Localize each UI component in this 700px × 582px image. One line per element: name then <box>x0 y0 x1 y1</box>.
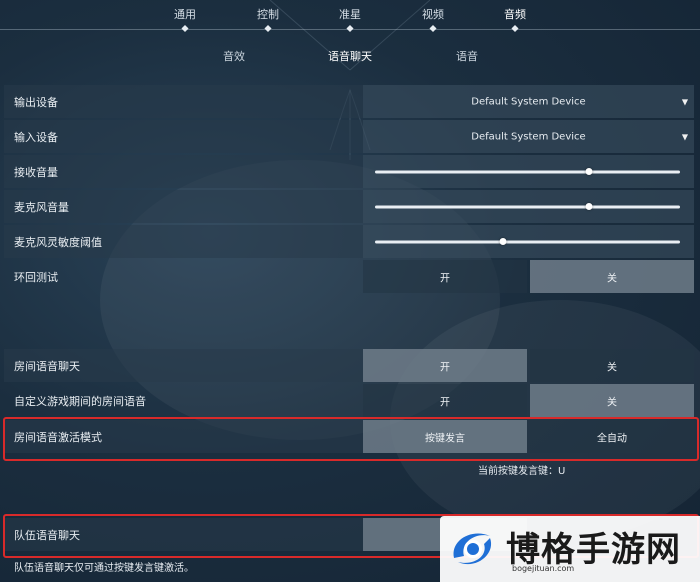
mic-volume-slider[interactable] <box>375 203 680 210</box>
subtab-sound-effects-label: 音效 <box>223 50 245 63</box>
input-device-row: 输入设备 Default System Device ▼ <box>4 120 694 153</box>
receive-volume-slider[interactable] <box>375 168 680 175</box>
mic-sensitivity-label: 麦克风灵敏度阈值 <box>14 235 102 249</box>
room-voice-chat-label: 房间语音聊天 <box>14 359 80 373</box>
room-voice-chat-row: 房间语音聊天 开 关 <box>4 349 694 382</box>
mic-sensitivity-row: 麦克风灵敏度阈值 <box>4 225 694 258</box>
receive-volume-label: 接收音量 <box>14 165 58 179</box>
subtab-voice-chat[interactable]: 语音聊天 <box>328 48 372 64</box>
output-device-control: Default System Device ▼ <box>363 85 694 118</box>
receive-volume-slider-thumb[interactable] <box>585 168 592 175</box>
loopback-test-off-label: 关 <box>607 273 617 284</box>
output-device-label: 输出设备 <box>14 95 58 109</box>
tab-audio[interactable]: 音频 <box>504 6 526 33</box>
custom-room-voice-off-button[interactable]: 关 <box>530 384 694 417</box>
mic-volume-label: 麦克风音量 <box>14 200 69 214</box>
custom-room-voice-label: 自定义游戏期间的房间语音 <box>14 394 146 408</box>
room-voice-chat-off-label: 关 <box>607 362 617 373</box>
subtab-voice-chat-label: 语音聊天 <box>328 50 372 63</box>
mic-sensitivity-slider[interactable] <box>375 238 680 245</box>
tab-marker-icon <box>511 24 519 33</box>
input-device-dropdown[interactable]: Default System Device ▼ <box>363 120 694 153</box>
custom-room-voice-on-button[interactable]: 开 <box>363 384 527 417</box>
dropdown-arrow-icon: ▼ <box>681 132 688 141</box>
audio-sub-nav: 音效 语音聊天 语音 <box>0 48 700 68</box>
input-device-label: 输入设备 <box>14 130 58 144</box>
room-voice-activation-label-cell: 房间语音激活模式 <box>4 420 363 453</box>
tab-marker-icon <box>264 24 272 33</box>
subtab-voice-label: 语音 <box>456 50 478 63</box>
custom-room-voice-control: 开 关 <box>363 384 694 417</box>
custom-room-voice-row: 自定义游戏期间的房间语音 开 关 <box>4 384 694 417</box>
tab-crosshair[interactable]: 准星 <box>339 6 361 33</box>
watermark-logo-icon <box>453 533 492 565</box>
subtab-voice[interactable]: 语音 <box>456 48 478 64</box>
tab-crosshair-label: 准星 <box>339 8 361 21</box>
room-voice-chat-on-button[interactable]: 开 <box>363 349 527 382</box>
input-device-value: Default System Device <box>471 131 586 142</box>
tab-general[interactable]: 通用 <box>174 6 196 33</box>
watermark: 博格手游网 bogejituan.com <box>440 516 700 582</box>
auto-activation-button[interactable]: 全自动 <box>530 420 694 453</box>
output-device-label-cell: 输出设备 <box>4 85 363 118</box>
room-voice-chat-off-button[interactable]: 关 <box>530 349 694 382</box>
auto-activation-label: 全自动 <box>597 433 627 444</box>
tab-audio-label: 音频 <box>504 8 526 21</box>
push-to-talk-button[interactable]: 按键发言 <box>363 420 527 453</box>
custom-room-voice-on-label: 开 <box>440 397 450 408</box>
settings-top-nav: 通用 控制 准星 视频 音频 <box>0 0 700 40</box>
room-voice-chat-control: 开 关 <box>363 349 694 382</box>
team-voice-chat-label: 队伍语音聊天 <box>14 528 80 542</box>
team-voice-hint: 队伍语音聊天仅可通过按键发言键激活。 <box>14 563 194 574</box>
tab-video[interactable]: 视频 <box>422 6 444 33</box>
output-device-dropdown[interactable]: Default System Device ▼ <box>363 85 694 118</box>
receive-volume-row: 接收音量 <box>4 155 694 188</box>
mic-volume-slider-thumb[interactable] <box>585 203 592 210</box>
loopback-test-off-button[interactable]: 关 <box>530 260 694 293</box>
loopback-test-label-cell: 环回测试 <box>4 260 363 293</box>
loopback-test-control: 开 关 <box>363 260 694 293</box>
room-voice-activation-row: 房间语音激活模式 按键发言 全自动 <box>4 420 694 453</box>
subtab-sound-effects[interactable]: 音效 <box>223 48 245 64</box>
mic-volume-row: 麦克风音量 <box>4 190 694 223</box>
dropdown-arrow-icon: ▼ <box>681 97 688 106</box>
ptt-key-hint: 当前按键发言键：U <box>478 466 566 477</box>
mic-sensitivity-slider-thumb[interactable] <box>499 238 507 245</box>
custom-room-voice-label-cell: 自定义游戏期间的房间语音 <box>4 384 363 417</box>
receive-volume-label-cell: 接收音量 <box>4 155 363 188</box>
loopback-test-on-button[interactable]: 开 <box>363 260 527 293</box>
tab-video-label: 视频 <box>422 8 444 21</box>
output-device-value: Default System Device <box>471 96 586 107</box>
output-device-row: 输出设备 Default System Device ▼ <box>4 85 694 118</box>
input-device-label-cell: 输入设备 <box>4 120 363 153</box>
loopback-test-on-label: 开 <box>440 273 450 284</box>
mic-volume-label-cell: 麦克风音量 <box>4 190 363 223</box>
room-voice-activation-label: 房间语音激活模式 <box>14 430 102 444</box>
room-voice-chat-label-cell: 房间语音聊天 <box>4 349 363 382</box>
tab-controls-label: 控制 <box>257 8 279 21</box>
receive-volume-control <box>363 155 694 188</box>
mic-sensitivity-label-cell: 麦克风灵敏度阈值 <box>4 225 363 258</box>
tab-general-label: 通用 <box>174 8 196 21</box>
tab-marker-icon <box>346 24 354 33</box>
room-voice-chat-on-label: 开 <box>440 362 450 373</box>
tab-controls[interactable]: 控制 <box>257 6 279 33</box>
tab-marker-icon <box>181 24 189 33</box>
loopback-test-row: 环回测试 开 关 <box>4 260 694 293</box>
loopback-test-label: 环回测试 <box>14 270 58 284</box>
team-voice-chat-label-cell: 队伍语音聊天 <box>4 518 363 551</box>
watermark-url: bogejituan.com <box>512 564 575 573</box>
push-to-talk-label: 按键发言 <box>425 433 465 444</box>
mic-volume-control <box>363 190 694 223</box>
custom-room-voice-off-label: 关 <box>607 397 617 408</box>
room-voice-activation-control: 按键发言 全自动 <box>363 420 694 453</box>
input-device-control: Default System Device ▼ <box>363 120 694 153</box>
tab-marker-icon <box>429 24 437 33</box>
mic-sensitivity-control <box>363 225 694 258</box>
